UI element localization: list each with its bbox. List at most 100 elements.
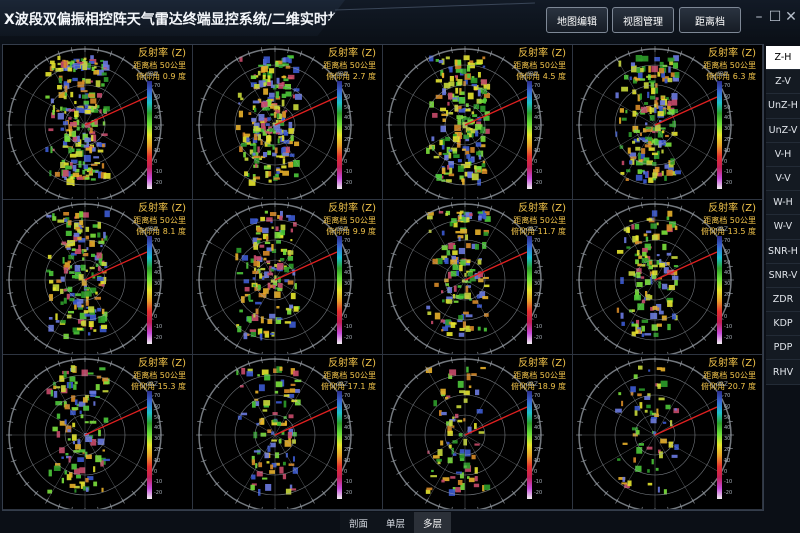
product-label: 反射率 (Z) — [328, 358, 376, 369]
echo-field — [45, 55, 111, 187]
product-label: 反射率 (Z) — [518, 203, 566, 214]
panel-info: 反射率 (Z) 距离档 50公里 俯仰角 9.9 度 — [323, 202, 376, 237]
multi-layer-tab[interactable]: 多层 — [414, 512, 451, 533]
product-tab-unz-h[interactable]: UnZ-H — [766, 94, 800, 119]
radar-panel[interactable]: 反射率 (Z) 距离档 50公里 俯仰角 4.5 度 dBZ 70 60 50 40 30 20 1… — [383, 45, 573, 200]
colorbar-tick-label: 20 — [534, 136, 541, 143]
colorbar — [527, 81, 532, 189]
colorbar-tick-label: -20 — [344, 335, 353, 342]
colorbar-ticks: 70 60 50 40 30 20 10 0 -10 -20 — [534, 81, 546, 189]
colorbar-tick-label: 10 — [154, 457, 161, 464]
colorbar-tick-label: 30 — [154, 436, 161, 443]
range-button[interactable]: 距离档 — [679, 7, 741, 33]
colorbar-tick-label: 50 — [154, 259, 161, 266]
colorbar-tick-label: -10 — [344, 324, 353, 331]
colorbar-unit: dBZ — [335, 381, 348, 388]
radar-panel[interactable]: 反射率 (Z) 距离档 50公里 俯仰角 9.9 度 dBZ 70 60 50 40 30 20 1… — [193, 200, 383, 355]
radar-panel[interactable]: 反射率 (Z) 距离档 50公里 俯仰角 18.9 度 dBZ 70 60 50 40 30 20… — [383, 355, 573, 510]
maximize-icon[interactable]: ☐ — [768, 9, 782, 25]
colorbar-tick-label: 0 — [154, 158, 158, 165]
product-tab-rhv[interactable]: RHV — [766, 360, 800, 385]
panel-info: 反射率 (Z) 距离档 50公里 俯仰角 0.9 度 — [133, 47, 186, 82]
single-layer-tab[interactable]: 单层 — [377, 512, 414, 533]
radar-panel[interactable]: 反射率 (Z) 距离档 50公里 俯仰角 0.9 度 dBZ 70 60 50 40 30 20 1… — [3, 45, 193, 200]
product-tab-pdp[interactable]: PDP — [766, 336, 800, 361]
colorbar-tick-label: 70 — [724, 238, 731, 244]
radar-panel[interactable]: 反射率 (Z) 距离档 50公里 俯仰角 17.1 度 dBZ 70 60 50 40 30 20… — [193, 355, 383, 510]
colorbar-tick-label: 0 — [534, 468, 538, 475]
colorbar-ticks: 70 60 50 40 30 20 10 0 -10 -20 — [534, 236, 546, 344]
colorbar-tick-label: 50 — [724, 414, 731, 421]
azimuth-indicator-line — [654, 406, 718, 436]
panel-info: 反射率 (Z) 距离档 50公里 俯仰角 4.5 度 — [513, 47, 566, 82]
colorbar-tick-label: -10 — [724, 324, 733, 331]
colorbar-ticks: 70 60 50 40 30 20 10 0 -10 -20 — [154, 391, 166, 499]
product-tab-z-h[interactable]: Z-H — [766, 46, 800, 71]
echo-field — [46, 210, 110, 340]
colorbar-tick-label: -10 — [534, 479, 543, 486]
product-tab-zdr[interactable]: ZDR — [766, 287, 800, 313]
colorbar-tick-label: 10 — [344, 147, 351, 154]
close-icon[interactable]: ✕ — [784, 9, 798, 25]
colorbar-tick-label: 30 — [344, 436, 351, 443]
colorbar-tick-label: 0 — [724, 468, 728, 475]
colorbar-ticks: 70 60 50 40 30 20 10 0 -10 -20 — [154, 236, 166, 344]
colorbar-tick-label: -10 — [344, 479, 353, 486]
colorbar-tick-label: 0 — [154, 313, 158, 320]
product-tab-w-h[interactable]: W-H — [766, 191, 800, 216]
colorbar-tick-label: 0 — [724, 158, 728, 165]
colorbar-tick-label: -10 — [154, 169, 163, 176]
colorbar-tick-label: -10 — [724, 479, 733, 486]
radar-panel[interactable]: 反射率 (Z) 距离档 50公里 俯仰角 13.5 度 dBZ 70 60 50 40 30 20… — [573, 200, 763, 355]
product-tab-snr-v[interactable]: SNR-V — [766, 263, 800, 288]
product-tab-z-v[interactable]: Z-V — [766, 70, 800, 95]
colorbar-tick-label: 20 — [154, 446, 161, 453]
colorbar-tick-label: 50 — [154, 414, 161, 421]
radar-panel[interactable]: 反射率 (Z) 距离档 50公里 俯仰角 20.7 度 dBZ 70 60 50 40 30 20… — [573, 355, 763, 510]
product-tab-kdp[interactable]: KDP — [766, 312, 800, 337]
colorbar — [337, 236, 342, 344]
view-manage-button[interactable]: 视图管理 — [612, 7, 674, 33]
colorbar-tick-label: 0 — [344, 313, 348, 320]
product-tab-snr-h[interactable]: SNR-H — [766, 239, 800, 264]
radar-panel[interactable]: 反射率 (Z) 距离档 50公里 俯仰角 6.3 度 dBZ 70 60 50 40 30 20 1… — [573, 45, 763, 200]
colorbar-tick-label: 60 — [344, 248, 351, 255]
colorbar-tick-label: 40 — [534, 115, 541, 122]
colorbar-unit: dBZ — [145, 381, 158, 388]
colorbar-unit: dBZ — [715, 381, 728, 388]
colorbar-tick-label: 40 — [534, 425, 541, 432]
colorbar-tick-label: -20 — [344, 490, 353, 497]
minimize-icon[interactable]: – — [752, 9, 766, 25]
title-bar: X波段双偏振相控阵天气雷达终端显控系统/二维实时扫描数据 地图编辑 视图管理 距… — [0, 0, 800, 44]
product-tab-w-v[interactable]: W-V — [766, 215, 800, 240]
colorbar-tick-label: 40 — [154, 115, 161, 122]
colorbar-unit: dBZ — [335, 226, 348, 233]
colorbar-unit: dBZ — [525, 71, 538, 78]
map-edit-button[interactable]: 地图编辑 — [546, 7, 608, 33]
colorbar-tick-label: 50 — [724, 259, 731, 266]
colorbar-tick-label: 60 — [534, 403, 541, 410]
product-tab-v-v[interactable]: V-V — [766, 166, 800, 192]
colorbar-tick-label: 70 — [534, 238, 541, 244]
colorbar-tick-label: 40 — [344, 425, 351, 432]
profile-tab[interactable]: 剖面 — [340, 512, 377, 533]
colorbar-tick-label: 0 — [534, 158, 538, 165]
colorbar — [717, 236, 722, 344]
colorbar-ticks: 70 60 50 40 30 20 10 0 -10 -20 — [344, 391, 356, 499]
colorbar-tick-label: -20 — [724, 490, 733, 497]
colorbar-tick-label: 0 — [154, 468, 158, 475]
product-tab-unz-v[interactable]: UnZ-V — [766, 118, 800, 143]
azimuth-indicator-line — [464, 406, 528, 436]
panel-info: 反射率 (Z) 距离档 50公里 俯仰角 8.1 度 — [133, 202, 186, 237]
echo-field — [426, 55, 491, 186]
colorbar-tick-label: 30 — [344, 126, 351, 133]
radar-panel[interactable]: 反射率 (Z) 距离档 50公里 俯仰角 15.3 度 dBZ 70 60 50 40 30 20… — [3, 355, 193, 510]
radar-panel[interactable]: 反射率 (Z) 距离档 50公里 俯仰角 11.7 度 dBZ 70 60 50 40 30 20… — [383, 200, 573, 355]
radar-panel[interactable]: 反射率 (Z) 距离档 50公里 俯仰角 8.1 度 dBZ 70 60 50 40 30 20 1… — [3, 200, 193, 355]
app-title: X波段双偏振相控阵天气雷达终端显控系统/二维实时扫描数据 — [4, 12, 384, 28]
colorbar-tick-label: 40 — [344, 270, 351, 277]
colorbar-tick-label: -10 — [154, 324, 163, 331]
radar-panel[interactable]: 反射率 (Z) 距离档 50公里 俯仰角 2.7 度 dBZ 70 60 50 40 30 20 1… — [193, 45, 383, 200]
product-tab-v-h[interactable]: V-H — [766, 142, 800, 167]
colorbar-unit: dBZ — [715, 226, 728, 233]
